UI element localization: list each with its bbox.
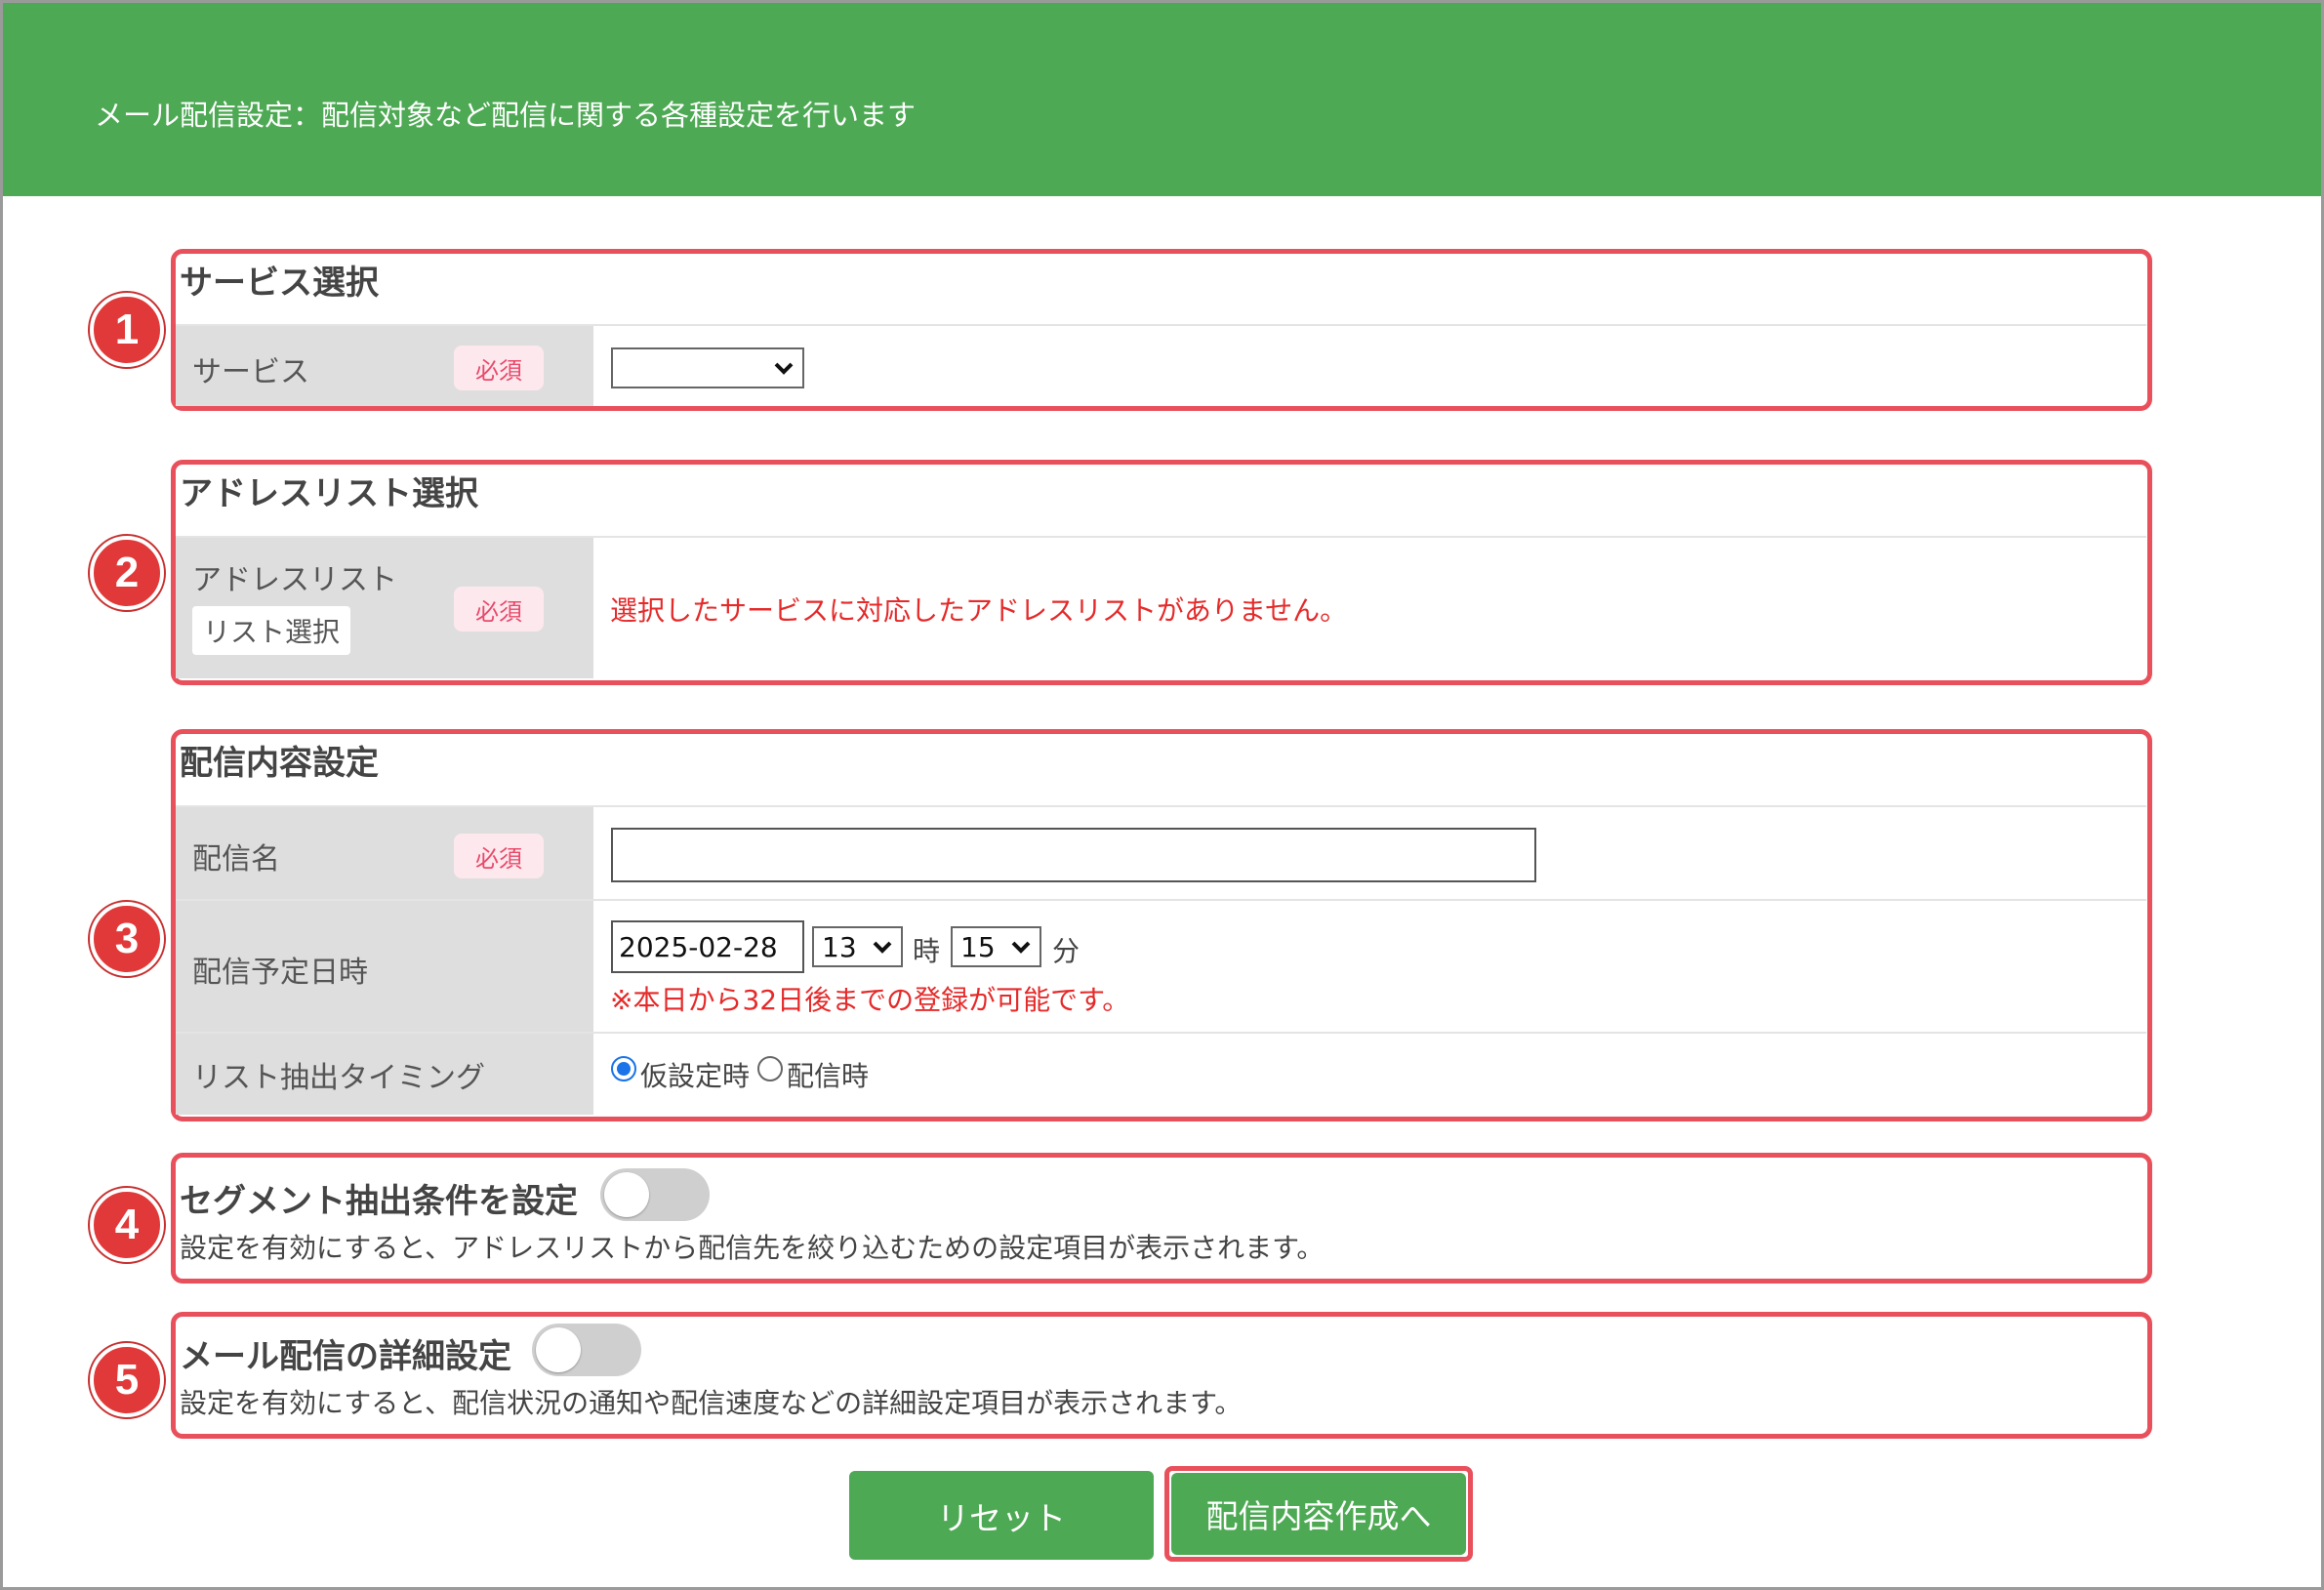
delivery-name-row: 配信名 必須 <box>176 805 2146 899</box>
address-label-cell: アドレスリスト リスト選択 必須 <box>176 538 593 678</box>
hour-unit: 時 <box>913 935 941 967</box>
date-value: 2025-02-28 <box>619 931 778 963</box>
page-title: メール配信設定：配信対象など配信に関する各種設定を行います <box>95 99 917 132</box>
chevron-down-icon <box>872 932 893 967</box>
chevron-down-icon <box>1010 932 1032 967</box>
timing-option-provisional: 仮設定時 <box>640 1060 751 1092</box>
minute-unit: 分 <box>1052 935 1080 967</box>
address-label: アドレスリスト <box>192 563 397 597</box>
minute-select[interactable]: 15 <box>951 926 1041 967</box>
toggle-knob <box>536 1327 581 1372</box>
schedule-label: 配信予定日時 <box>192 956 368 990</box>
date-range-note: ※本日から32日後までの登録が可能です。 <box>610 984 1130 1016</box>
address-section-title: アドレスリスト選択 <box>180 474 478 513</box>
delivery-name-label: 配信名 <box>192 842 280 877</box>
segment-toggle[interactable] <box>600 1168 710 1221</box>
page-header: メール配信設定：配信対象など配信に関する各種設定を行います <box>3 3 2321 196</box>
required-badge: 必須 <box>454 346 544 390</box>
detail-toggle[interactable] <box>532 1324 641 1376</box>
step-marker-5: 5 <box>90 1343 164 1417</box>
next-button[interactable]: 配信内容作成へ <box>1171 1473 1466 1555</box>
reset-button[interactable]: リセット <box>849 1471 1154 1560</box>
timing-radio-delivery[interactable] <box>757 1056 783 1081</box>
step-marker-2: 2 <box>90 536 164 610</box>
step-marker-1: 1 <box>90 293 164 367</box>
service-row: サービス 必須 <box>176 324 2146 406</box>
timing-label-cell: リスト抽出タイミング <box>176 1034 593 1115</box>
segment-section-title: セグメント抽出条件を設定 <box>180 1182 578 1221</box>
minute-value: 15 <box>960 931 996 963</box>
detail-section-title: メール配信の詳細設定 <box>180 1337 511 1376</box>
required-badge: 必須 <box>454 834 544 878</box>
chevron-down-icon <box>773 353 795 388</box>
service-label-cell: サービス 必須 <box>176 326 593 406</box>
schedule-row: 配信予定日時 2025-02-28 13 時 15 分 ※本日から32日後までの… <box>176 899 2146 1032</box>
list-select-button[interactable]: リスト選択 <box>192 606 350 655</box>
timing-row: リスト抽出タイミング 仮設定時 配信時 <box>176 1032 2146 1115</box>
no-address-list-message: 選択したサービスに対応したアドレスリストがありません。 <box>610 594 1348 627</box>
service-select[interactable] <box>611 347 804 388</box>
date-input[interactable]: 2025-02-28 <box>611 920 804 973</box>
delivery-name-input[interactable] <box>611 828 1536 882</box>
schedule-label-cell: 配信予定日時 <box>176 901 593 1032</box>
detail-description: 設定を有効にすると、配信状況の通知や配信速度などの詳細設定項目が表示されます。 <box>180 1387 1243 1419</box>
required-badge: 必須 <box>454 587 544 632</box>
delivery-name-label-cell: 配信名 必須 <box>176 807 593 899</box>
timing-option-delivery: 配信時 <box>787 1060 870 1092</box>
hour-value: 13 <box>822 931 857 963</box>
content-section-title: 配信内容設定 <box>180 744 379 783</box>
step-marker-4: 4 <box>90 1188 164 1262</box>
step-marker-3: 3 <box>90 902 164 976</box>
service-section-title: サービス選択 <box>180 264 379 303</box>
hour-select[interactable]: 13 <box>812 926 903 967</box>
segment-description: 設定を有効にすると、アドレスリストから配信先を絞り込むための設定項目が表示されま… <box>180 1232 1325 1264</box>
service-label: サービス <box>192 355 309 389</box>
toggle-knob <box>604 1172 649 1217</box>
address-row: アドレスリスト リスト選択 必須 選択したサービスに対応したアドレスリストがあり… <box>176 536 2146 678</box>
timing-radio-provisional[interactable] <box>611 1056 636 1081</box>
timing-label: リスト抽出タイミング <box>192 1061 485 1095</box>
